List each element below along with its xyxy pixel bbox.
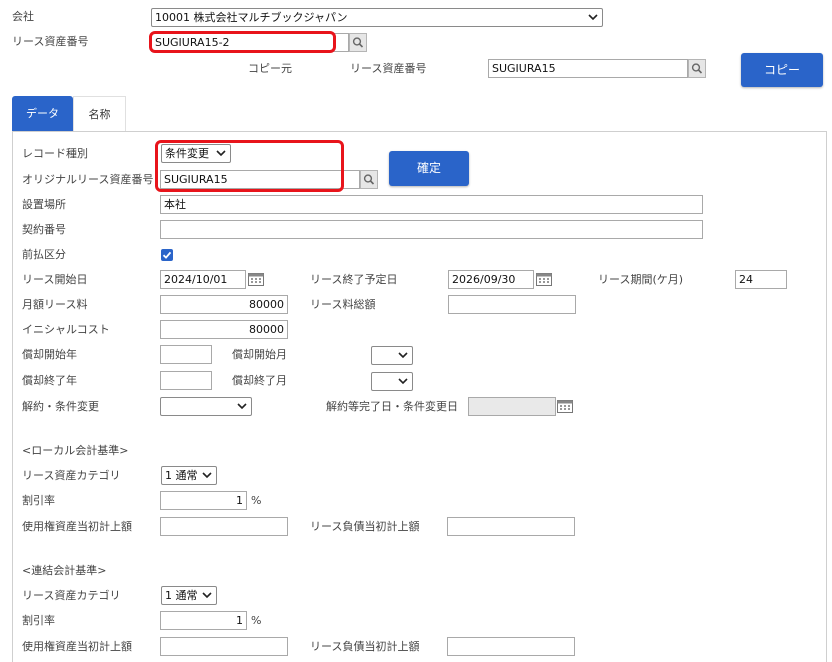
monthly-fee-label: 月額リース料 (22, 298, 88, 311)
dep-start-month-select[interactable] (371, 346, 413, 365)
consolidated-liability-label: リース負債当初計上額 (310, 640, 420, 653)
company-select[interactable]: 10001 株式会社マルチブックジャパン (151, 8, 603, 27)
location-input[interactable]: 本社 (160, 195, 703, 214)
prepaid-label: 前払区分 (22, 248, 66, 261)
lease-end-label: リース終了予定日 (310, 273, 398, 286)
initial-cost-label: イニシャルコスト (22, 323, 110, 336)
consolidated-section-title: <連結会計基準> (22, 564, 107, 577)
consolidated-discount-input[interactable]: 1 (160, 611, 247, 630)
location-label: 設置場所 (22, 198, 66, 211)
local-category-value: 1 通常 (165, 469, 198, 482)
consolidated-rou-label: 使用権資産当初計上額 (22, 640, 132, 653)
consolidated-liability-input[interactable] (447, 637, 575, 656)
lease-period-label: リース期間(ケ月) (598, 273, 684, 286)
local-discount-label: 割引率 (22, 494, 55, 507)
contract-no-input[interactable] (160, 220, 703, 239)
total-fee-input[interactable] (448, 295, 576, 314)
lease-asset-no-label: リース資産番号 (12, 35, 89, 48)
local-percent-label: % (251, 494, 262, 507)
lease-period-input[interactable]: 24 (735, 270, 787, 289)
consolidated-category-label: リース資産カテゴリ (22, 589, 121, 602)
dep-end-year-label: 償却終了年 (22, 374, 77, 387)
copy-search-button[interactable] (688, 59, 706, 78)
calendar-icon (557, 400, 573, 413)
copy-source-label: コピー元 (248, 62, 292, 75)
dep-start-year-label: 償却開始年 (22, 348, 77, 361)
local-liability-label: リース負債当初計上額 (310, 520, 420, 533)
tab-data[interactable]: データ (12, 96, 73, 132)
contract-no-label: 契約番号 (22, 223, 66, 236)
original-no-label: オリジナルリース資産番号 (22, 173, 154, 186)
copy-button[interactable]: コピー (741, 53, 823, 87)
cancel-change-date-label: 解約等完了日・条件変更日 (326, 400, 458, 413)
lease-end-calendar-button[interactable] (534, 270, 554, 289)
local-liability-input[interactable] (447, 517, 575, 536)
lease-start-calendar-button[interactable] (246, 270, 266, 289)
dep-end-month-label: 償却終了月 (232, 374, 287, 387)
search-icon (691, 63, 703, 74)
local-rou-label: 使用権資産当初計上額 (22, 520, 132, 533)
lease-start-input[interactable]: 2024/10/01 (160, 270, 246, 289)
copy-lease-asset-no-input[interactable]: SUGIURA15 (488, 59, 688, 78)
company-select-value: 10001 株式会社マルチブックジャパン (155, 11, 348, 24)
copy-lease-asset-no-label: リース資産番号 (350, 62, 427, 75)
record-type-label: レコード種別 (22, 147, 88, 160)
local-rou-input[interactable] (160, 517, 288, 536)
original-no-search-button[interactable] (360, 170, 378, 189)
local-discount-input[interactable]: 1 (160, 491, 247, 510)
lease-end-input[interactable]: 2026/09/30 (448, 270, 534, 289)
tab-name[interactable]: 名称 (73, 96, 126, 132)
dep-start-month-label: 償却開始月 (232, 348, 287, 361)
consolidated-discount-label: 割引率 (22, 614, 55, 627)
highlight-box-record-type (155, 140, 344, 192)
consolidated-rou-input[interactable] (160, 637, 288, 656)
search-icon (363, 174, 375, 185)
chevron-down-icon (237, 403, 247, 410)
chevron-down-icon (588, 14, 598, 21)
search-icon (352, 37, 364, 48)
company-label: 会社 (12, 10, 34, 23)
checkmark-icon (162, 251, 172, 259)
cancel-change-date-input (468, 397, 556, 416)
consolidated-category-value: 1 通常 (165, 589, 198, 602)
chevron-down-icon (202, 592, 212, 599)
cancel-change-date-calendar-button[interactable] (555, 397, 575, 416)
calendar-icon (248, 273, 264, 286)
cancel-change-select[interactable] (160, 397, 252, 416)
highlight-box-asset-no (149, 31, 336, 53)
monthly-fee-input[interactable]: 80000 (160, 295, 288, 314)
consolidated-category-select[interactable]: 1 通常 (161, 586, 217, 605)
dep-start-year-input[interactable] (160, 345, 212, 364)
confirm-button[interactable]: 確定 (389, 151, 469, 186)
dep-end-month-select[interactable] (371, 372, 413, 391)
local-category-select[interactable]: 1 通常 (161, 466, 217, 485)
local-category-label: リース資産カテゴリ (22, 469, 121, 482)
initial-cost-input[interactable]: 80000 (160, 320, 288, 339)
calendar-icon (536, 273, 552, 286)
local-section-title: <ローカル会計基準> (22, 444, 129, 457)
lease-start-label: リース開始日 (22, 273, 88, 286)
total-fee-label: リース料総額 (310, 298, 376, 311)
dep-end-year-input[interactable] (160, 371, 212, 390)
cancel-change-label: 解約・条件変更 (22, 400, 99, 413)
prepaid-checkbox[interactable] (161, 249, 173, 261)
chevron-down-icon (398, 352, 408, 359)
lease-asset-no-search-button[interactable] (349, 33, 367, 52)
chevron-down-icon (398, 378, 408, 385)
consolidated-percent-label: % (251, 614, 262, 627)
chevron-down-icon (202, 472, 212, 479)
